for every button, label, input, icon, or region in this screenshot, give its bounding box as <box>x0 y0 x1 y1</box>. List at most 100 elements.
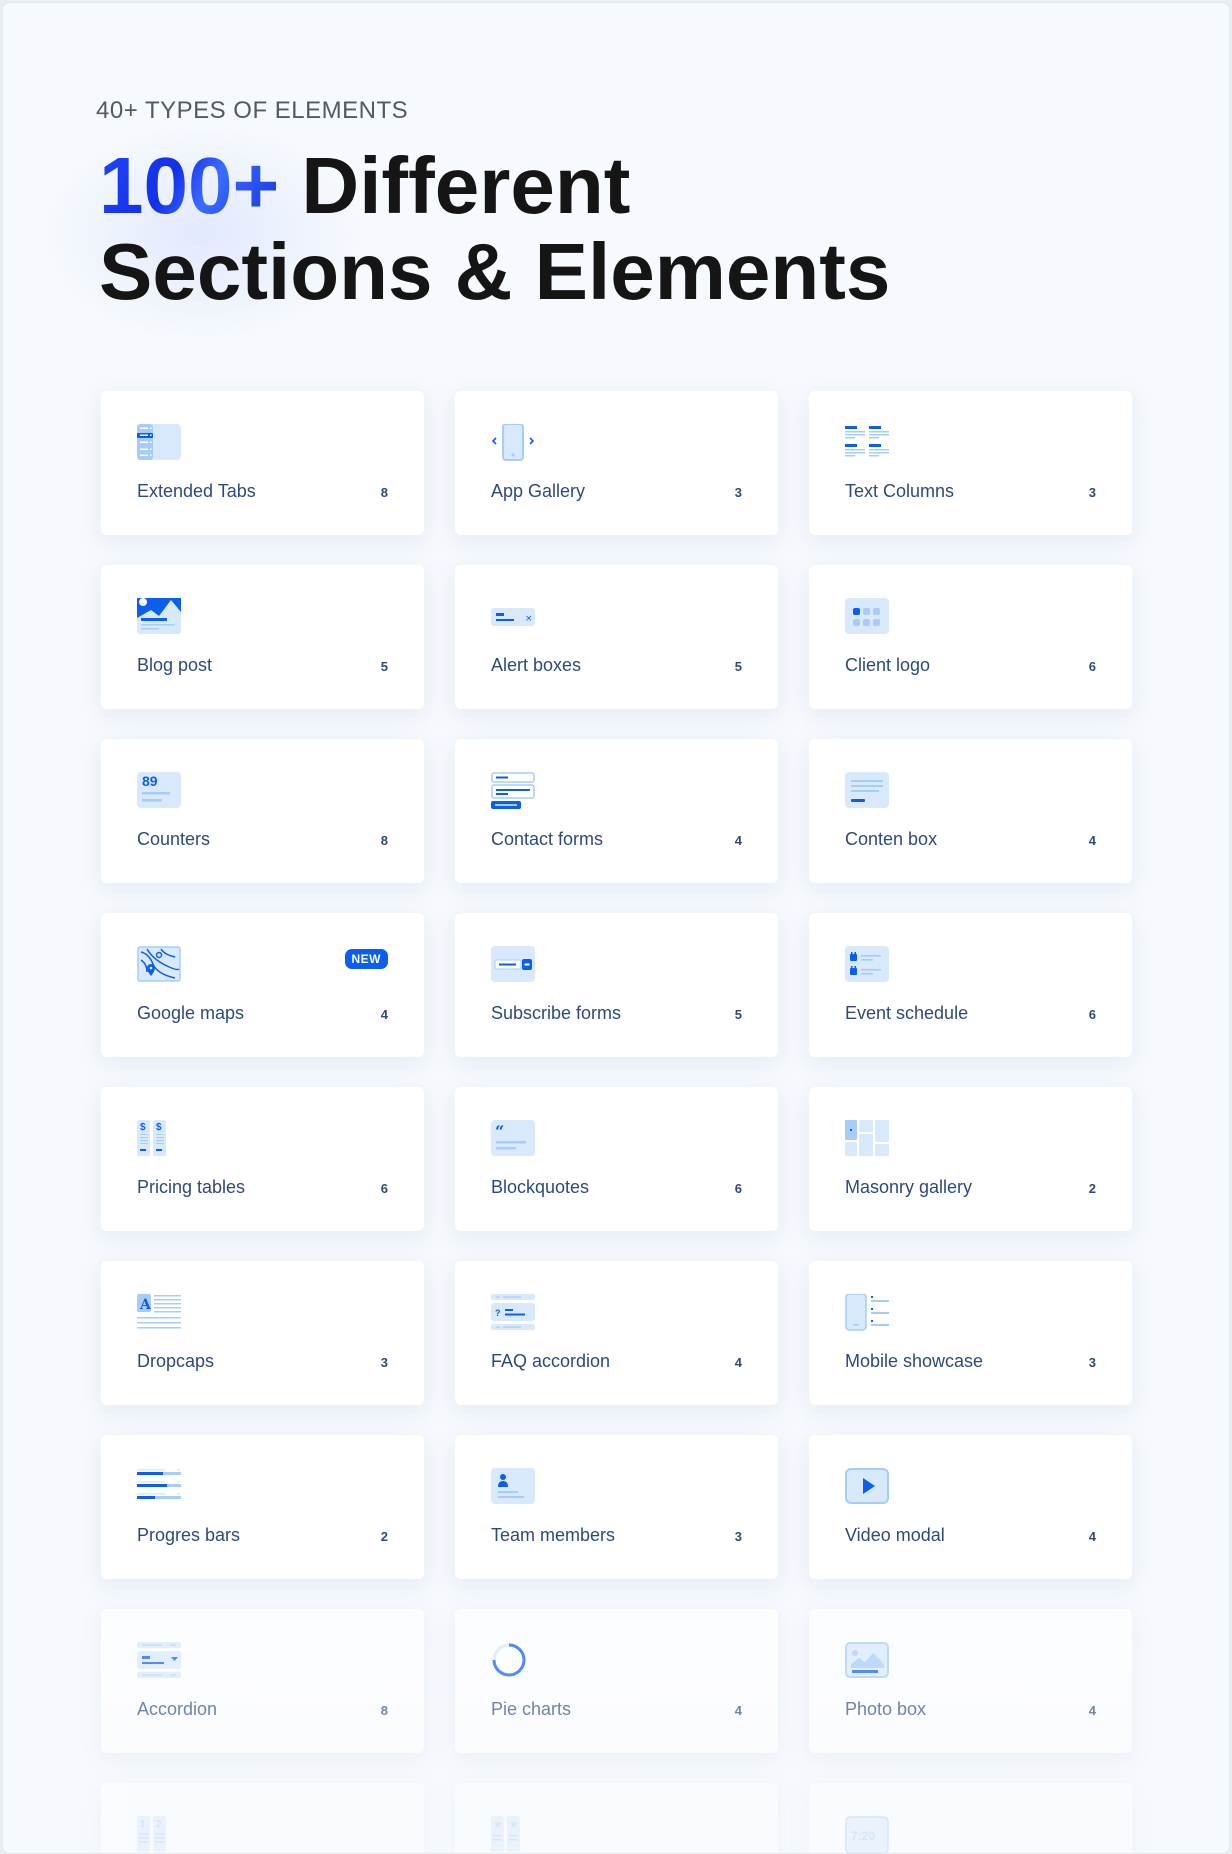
element-card-count: 4 <box>1088 1703 1096 1718</box>
element-card[interactable]: 89 Counters 8 <box>101 739 424 883</box>
accordion-icon <box>137 1642 181 1680</box>
element-card-count: 3 <box>734 485 742 500</box>
countdown-icon: 7:20 <box>845 1816 889 1853</box>
svg-text:×: × <box>525 614 533 624</box>
content-box-icon <box>845 772 889 810</box>
element-card[interactable]: Progres bars 2 <box>101 1435 424 1579</box>
logo-grid-icon <box>845 598 889 636</box>
masonry-icon <box>845 1120 889 1158</box>
element-card-label: Event schedule <box>845 1003 969 1023</box>
element-card[interactable]: 7:20 <box>809 1783 1132 1853</box>
svg-text:7:20: 7:20 <box>851 1829 875 1843</box>
element-card-label: Blog post <box>137 655 213 675</box>
element-card[interactable]: ? FAQ accordion 4 <box>455 1261 778 1405</box>
element-card[interactable]: A Dropcaps 3 <box>101 1261 424 1405</box>
element-card-count: 6 <box>1088 659 1096 674</box>
element-card[interactable]: Team members 3 <box>455 1435 778 1579</box>
element-card[interactable]: Extended Tabs 8 <box>101 391 424 535</box>
element-card[interactable]: Photo box 4 <box>809 1609 1132 1753</box>
element-card-label: Mobile showcase <box>845 1351 984 1371</box>
element-card-count: 4 <box>734 833 742 848</box>
headline-line1: Different <box>279 141 631 230</box>
element-card-label: Photo box <box>845 1699 927 1719</box>
element-card-label: App Gallery <box>491 481 586 501</box>
text-columns-icon <box>845 424 889 462</box>
element-card[interactable]: Google maps 4 NEW <box>101 913 424 1057</box>
pricing-table-icon: $ $ <box>137 1120 181 1158</box>
element-card-label: Subscribe forms <box>491 1003 622 1023</box>
element-card-label: Dropcaps <box>137 1351 215 1371</box>
element-card[interactable]: Event schedule 6 <box>809 913 1132 1057</box>
element-card[interactable]: “ Blockquotes 6 <box>455 1087 778 1231</box>
element-card-label: Client logo <box>845 655 931 675</box>
svg-text:★: ★ <box>493 1818 503 1831</box>
element-card[interactable]: App Gallery 3 <box>455 391 778 535</box>
element-card[interactable]: Accordion 8 <box>101 1609 424 1753</box>
element-card-count: 5 <box>734 659 742 674</box>
element-card[interactable]: 12 <box>101 1783 424 1853</box>
element-card-label: Progres bars <box>137 1525 241 1545</box>
element-card-label: Contact forms <box>491 829 604 849</box>
element-card-count: 2 <box>380 1529 388 1544</box>
element-card[interactable]: Client logo 6 <box>809 565 1132 709</box>
element-card-label: Masonry gallery <box>845 1177 973 1197</box>
element-card[interactable]: Pie charts 4 <box>455 1609 778 1753</box>
element-card[interactable]: Masonry gallery 2 <box>809 1087 1132 1231</box>
element-card-label: Counters <box>137 829 211 849</box>
element-card-count: 4 <box>380 1007 388 1022</box>
element-card-count: 4 <box>1088 833 1096 848</box>
alert-box-icon: × <box>491 598 535 636</box>
progress-bars-icon <box>137 1468 181 1506</box>
tabs-icon <box>137 424 181 462</box>
element-card[interactable]: Mobile showcase 3 <box>809 1261 1132 1405</box>
svg-text:89: 89 <box>142 773 158 789</box>
element-card-count: 3 <box>734 1529 742 1544</box>
element-card-label: Team members <box>491 1525 616 1545</box>
element-card[interactable]: ★ ★ <box>455 1783 778 1853</box>
element-card-count: 8 <box>380 485 388 500</box>
element-card[interactable]: $ $ Pricing tables 6 <box>101 1087 424 1231</box>
element-card[interactable]: Text Columns 3 <box>809 391 1132 535</box>
element-card-count: 2 <box>1088 1181 1096 1196</box>
element-card-label: Alert boxes <box>491 655 582 675</box>
headline-accent: 100+ <box>99 141 280 230</box>
elements-grid: Extended Tabs 8 App Gallery 3 Text Columns 3 B… <box>101 391 1132 1853</box>
calendar-list-icon <box>845 946 889 984</box>
counter-icon: 89 <box>137 772 181 810</box>
contact-form-icon <box>491 772 535 810</box>
faq-icon: ? <box>491 1294 535 1332</box>
element-card-count: 4 <box>1088 1529 1096 1544</box>
element-card[interactable]: × Alert boxes 5 <box>455 565 778 709</box>
element-card[interactable]: Video modal 4 <box>809 1435 1132 1579</box>
subscribe-form-icon <box>491 946 535 984</box>
element-card-count: 6 <box>380 1181 388 1196</box>
element-card-label: Blockquotes <box>491 1177 590 1197</box>
element-card-count: 5 <box>734 1007 742 1022</box>
element-card[interactable]: Blog post 5 <box>101 565 424 709</box>
element-card-label: Video modal <box>845 1525 945 1545</box>
phone-carousel-icon <box>491 423 535 462</box>
element-card-count: 8 <box>380 833 388 848</box>
dropcap-icon: A <box>137 1294 181 1332</box>
rating-icon: ★ ★ <box>491 1816 535 1853</box>
svg-text:$: $ <box>140 1122 146 1133</box>
element-card[interactable]: Contact forms 4 <box>455 739 778 883</box>
element-card-count: 4 <box>734 1703 742 1718</box>
steps-icon: 12 <box>137 1816 181 1853</box>
element-card-count: 5 <box>380 659 388 674</box>
element-card-label: Pie charts <box>491 1699 572 1719</box>
element-card[interactable]: Conten box 4 <box>809 739 1132 883</box>
blog-post-icon <box>137 598 181 636</box>
eyebrow-text: 40+ TYPES OF ELEMENTS <box>96 97 409 124</box>
mobile-list-icon <box>845 1293 889 1332</box>
element-card-count: 8 <box>380 1703 388 1718</box>
svg-text:$: $ <box>156 1122 162 1133</box>
element-card-label: Text Columns <box>845 481 955 501</box>
element-card-count: 3 <box>380 1355 388 1370</box>
element-card-label: Conten box <box>845 829 938 849</box>
element-card-count: 6 <box>734 1181 742 1196</box>
svg-text:★: ★ <box>509 1818 519 1831</box>
element-card[interactable]: Subscribe forms 5 <box>455 913 778 1057</box>
svg-text:“: “ <box>495 1122 504 1141</box>
element-card-label: Pricing tables <box>137 1177 246 1197</box>
